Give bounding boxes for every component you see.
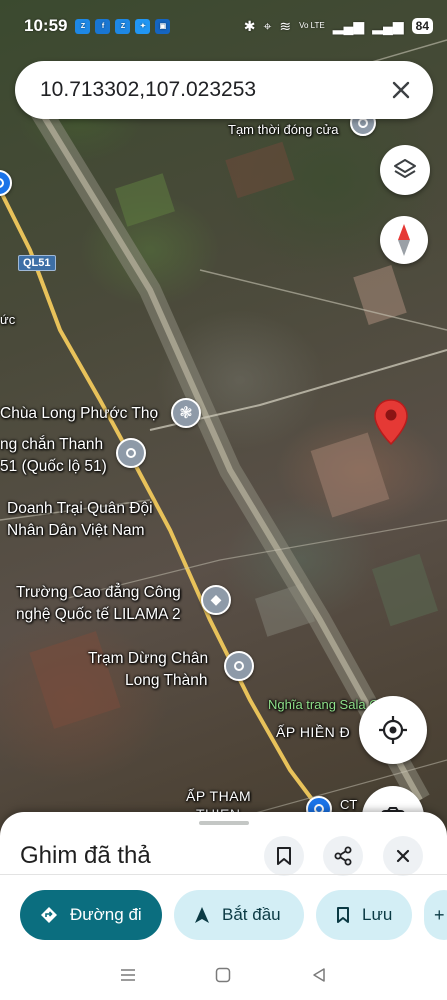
back-triangle-icon: [313, 968, 325, 982]
close-icon: [392, 81, 410, 99]
signal-icon-2: ▂▄▆: [372, 17, 404, 34]
bookmark-button[interactable]: [264, 836, 304, 876]
more-actions-chip[interactable]: +: [424, 890, 447, 940]
network-type-label: Vo LTE: [299, 21, 325, 30]
bird-icon: ✦: [135, 18, 151, 34]
home-square-icon: [216, 967, 231, 983]
layers-icon: [394, 159, 416, 178]
military-camp-label-line1[interactable]: Doanh Trại Quân Đội: [7, 499, 153, 518]
back-button[interactable]: [299, 955, 339, 995]
wifi-icon: ≋: [279, 17, 292, 34]
status-indicators: ✱ ⌖ ≋ Vo LTE ▂▄▆ ▂▄▆ 84: [244, 18, 433, 35]
college-marker[interactable]: ◆: [201, 585, 231, 615]
compass-button[interactable]: [380, 216, 428, 264]
search-input[interactable]: 10.713302,107.023253: [40, 78, 389, 102]
home-button[interactable]: [203, 955, 243, 995]
college-label-line1[interactable]: Trường Cao đẳng Công: [16, 583, 181, 602]
rest-stop-label-line1[interactable]: Trạm Dừng Chân: [88, 649, 208, 668]
navigation-arrow-icon: [194, 906, 210, 924]
save-button[interactable]: Lưu: [316, 890, 412, 940]
close-icon: [396, 849, 410, 863]
my-location-icon: [379, 716, 407, 744]
college-label-line2[interactable]: nghệ Quốc tế LILAMA 2: [16, 605, 181, 624]
my-location-button[interactable]: [359, 696, 427, 764]
action-chip-row: Đường đi Bắt đầu Lưu +: [20, 890, 447, 940]
bookmark-icon: [277, 847, 291, 865]
map-label-edge-fragment: ức: [0, 312, 16, 327]
bluetooth-icon: ✱: [243, 17, 256, 34]
place-dot-icon: [126, 448, 136, 458]
compass-icon: [398, 224, 410, 256]
road-shield-ql51: QL51: [18, 255, 56, 271]
start-label: Bắt đầu: [222, 905, 281, 924]
recent-apps-button[interactable]: [108, 955, 148, 995]
save-label: Lưu: [362, 905, 393, 924]
rest-stop-marker[interactable]: [224, 651, 254, 681]
zalo-icon-2: Z: [115, 18, 131, 34]
clear-search-button[interactable]: [389, 78, 413, 102]
app-f-icon: f: [95, 18, 111, 34]
directions-label: Đường đi: [70, 905, 142, 924]
share-button[interactable]: [323, 836, 363, 876]
hamlet-hien-duc-label: ẤP HIỀN Đ: [276, 724, 351, 740]
tv-app-icon: ▣: [155, 18, 171, 34]
status-bar: 10:59 Z f Z ✦ ▣ ✱ ⌖ ≋ Vo LTE ▂▄▆ ▂▄▆ 84: [0, 0, 447, 52]
share-icon: [334, 846, 352, 866]
directions-icon: [40, 906, 58, 924]
toll-station-label-line1[interactable]: ng chắn Thanh: [0, 435, 103, 454]
directions-button[interactable]: Đường đi: [20, 890, 162, 940]
hamlet-tham-thien-label-line1: ẤP THAM: [186, 788, 252, 804]
dropped-pin-icon[interactable]: [373, 398, 409, 446]
place-dot-icon: [234, 661, 244, 671]
place-dot-icon: [0, 178, 4, 188]
pagoda-marker[interactable]: ❃: [171, 398, 201, 428]
menu-lines-icon: [120, 969, 135, 981]
status-time: 10:59: [24, 16, 68, 35]
more-icon: +: [434, 904, 445, 925]
military-camp-label-line2[interactable]: Nhân Dân Việt Nam: [7, 521, 145, 540]
drag-handle[interactable]: [199, 821, 249, 825]
layers-button[interactable]: [380, 145, 430, 195]
pagoda-label[interactable]: Chùa Long Phước Thọ: [0, 404, 158, 423]
sheet-title: Ghim đã thả: [20, 842, 151, 869]
search-bar[interactable]: 10.713302,107.023253: [15, 61, 433, 119]
zalo-icon: Z: [75, 18, 91, 34]
closed-place-label[interactable]: Tạm thời đóng cửa: [228, 120, 338, 139]
graduation-cap-icon: ◆: [210, 592, 222, 608]
battery-indicator: 84: [411, 18, 433, 34]
toll-station-label-line2[interactable]: 51 (Quốc lộ 51): [0, 457, 107, 476]
toll-station-marker[interactable]: [116, 438, 146, 468]
start-button[interactable]: Bắt đầu: [174, 890, 304, 940]
close-sheet-button[interactable]: [383, 836, 423, 876]
system-nav-bar: [0, 950, 447, 1000]
place-dot-icon: [358, 118, 368, 128]
rest-stop-label-line2[interactable]: Long Thành: [125, 671, 207, 690]
dharma-wheel-icon: ❃: [179, 403, 193, 422]
location-icon: ⌖: [263, 17, 272, 34]
bookmark-icon: [336, 906, 350, 924]
sheet-divider: [0, 874, 447, 875]
signal-icon: ▂▄▆: [332, 17, 365, 34]
